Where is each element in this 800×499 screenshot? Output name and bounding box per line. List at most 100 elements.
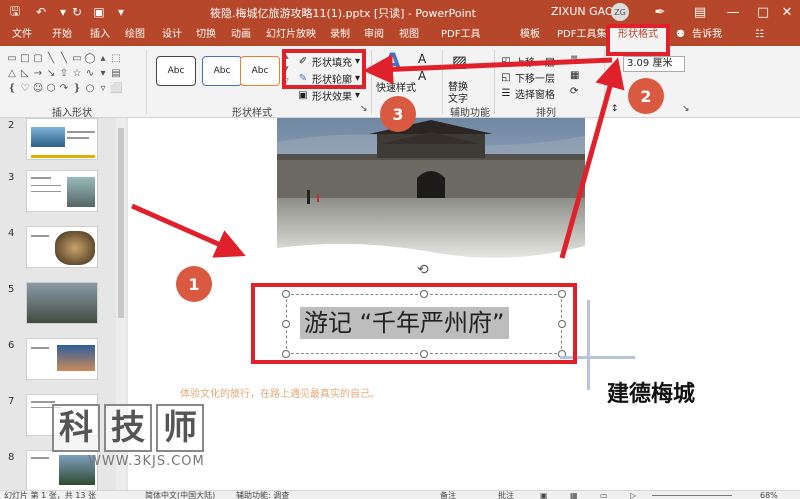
oval-shape-icon[interactable]: ◯ bbox=[84, 52, 96, 66]
tab-pdf-tools[interactable]: PDF工具 bbox=[441, 24, 480, 46]
line2-shape-icon[interactable]: ╲ bbox=[58, 52, 70, 66]
textbox-shape-icon[interactable]: ▭ bbox=[6, 52, 18, 66]
tab-pdf-toolset[interactable]: PDF工具集 bbox=[557, 24, 606, 46]
text-outline-icon[interactable]: A bbox=[418, 69, 426, 83]
size-dialog-launcher-icon[interactable]: ↘ bbox=[682, 104, 690, 114]
comment-icon[interactable]: ☷ bbox=[755, 24, 764, 46]
notes-button[interactable]: 备注 bbox=[440, 491, 456, 499]
step-badge-3: 3 bbox=[380, 96, 416, 132]
reading-view-icon[interactable]: ▭ bbox=[600, 491, 608, 499]
tab-transitions[interactable]: 切换 bbox=[196, 24, 216, 46]
slide-thumbnail-3[interactable] bbox=[26, 170, 98, 212]
accessibility-status[interactable]: 辅助功能: 调查 bbox=[236, 491, 289, 499]
quick-styles-button[interactable]: 快速样式 bbox=[376, 79, 416, 94]
slide-thumbnail-6[interactable] bbox=[26, 338, 98, 380]
tab-review[interactable]: 审阅 bbox=[364, 24, 384, 46]
zoom-slider[interactable] bbox=[652, 495, 732, 496]
alt-text-label-2[interactable]: 文字 bbox=[448, 90, 468, 105]
slide-subtitle[interactable]: 体验文化的旅行，在路上遇见最真实的自己。 bbox=[180, 385, 380, 400]
city-gate-image bbox=[277, 118, 585, 260]
tab-animations[interactable]: 动画 bbox=[231, 24, 251, 46]
slide-thumbnail-2[interactable] bbox=[26, 118, 98, 160]
send-backward-button[interactable]: ◱ 下移一层 bbox=[500, 70, 555, 86]
avatar[interactable]: ZG bbox=[611, 3, 629, 21]
dialog-launcher-icon[interactable]: ↘ bbox=[360, 104, 368, 114]
present-icon[interactable]: ▣ bbox=[88, 0, 110, 24]
tab-tell-me[interactable]: 告诉我 bbox=[692, 24, 722, 46]
shape-effects-button[interactable]: ▣ 形状效果 ▾ bbox=[297, 88, 360, 104]
divider bbox=[604, 50, 605, 114]
brace-shape-icon[interactable]: ❴ bbox=[6, 82, 18, 96]
star-shape-icon[interactable]: ☆ bbox=[71, 67, 83, 81]
slide-heading[interactable]: 建德梅城 bbox=[607, 376, 695, 408]
align-icon[interactable]: ≣ bbox=[570, 54, 578, 65]
selection-pane-button[interactable]: ☰ 选择窗格 bbox=[500, 86, 555, 102]
shape-height-input[interactable]: 3.09 厘米 bbox=[623, 56, 685, 72]
shape-gallery[interactable]: ▭ □ ▢ ╲ ╲ ▭ ◯ ▴ ⬚ △ ◺ → ↘ ⇧ ☆ ∿ ▾ ▤ ❴ ♡ … bbox=[6, 52, 124, 100]
language-indicator[interactable]: 简体中文(中国大陆) bbox=[145, 491, 215, 499]
ribbon-display-icon[interactable]: ▤ bbox=[685, 0, 715, 24]
user-name[interactable]: ZIXUN GAO bbox=[551, 5, 614, 18]
rounded-rect-shape-icon[interactable]: ▢ bbox=[32, 52, 44, 66]
darrow-shape-icon[interactable]: ↘ bbox=[45, 67, 57, 81]
slide-thumbnail-4[interactable] bbox=[26, 226, 98, 268]
style-preset-2[interactable]: Abc bbox=[202, 56, 242, 86]
line-shape-icon[interactable]: ╲ bbox=[45, 52, 57, 66]
tab-insert[interactable]: 插入 bbox=[90, 24, 110, 46]
triangle-shape-icon[interactable]: △ bbox=[6, 67, 18, 81]
slide-thumbnail-5[interactable] bbox=[26, 282, 98, 324]
comments-button[interactable]: 批注 bbox=[498, 491, 514, 499]
more-up-icon[interactable]: ▴ bbox=[97, 52, 109, 66]
slideshow-view-icon[interactable]: ▷ bbox=[630, 491, 636, 499]
slide-photo[interactable] bbox=[277, 118, 585, 260]
circle2-shape-icon[interactable]: ○ bbox=[84, 82, 96, 96]
style-preset-3[interactable]: Abc bbox=[240, 56, 280, 86]
lightbulb-icon[interactable]: ⚉ bbox=[676, 24, 685, 46]
more-down-icon[interactable]: ▾ bbox=[97, 67, 109, 81]
tab-record[interactable]: 录制 bbox=[330, 24, 350, 46]
wordart-a-icon[interactable]: A bbox=[384, 50, 401, 75]
pen-icon[interactable]: ✒ bbox=[645, 0, 675, 24]
zoom-level[interactable]: 68% bbox=[760, 491, 778, 499]
rotate-icon[interactable]: ⟳ bbox=[570, 86, 578, 97]
uarrow-shape-icon[interactable]: ⇧ bbox=[58, 67, 70, 81]
edit-shape-icon[interactable]: ⬚ bbox=[110, 52, 122, 66]
tab-home[interactable]: 开始 bbox=[52, 24, 72, 46]
tab-view[interactable]: 视图 bbox=[399, 24, 419, 46]
merge-shape-icon[interactable]: ⬜ bbox=[110, 82, 122, 96]
rtriangle-shape-icon[interactable]: ◺ bbox=[19, 67, 31, 81]
redo-icon[interactable]: ↻ bbox=[66, 0, 88, 24]
hex-shape-icon[interactable]: ⬡ bbox=[45, 82, 57, 96]
tab-draw[interactable]: 绘图 bbox=[125, 24, 145, 46]
save-icon[interactable]: 🖫 bbox=[4, 0, 26, 24]
normal-view-icon[interactable]: ▣ bbox=[540, 491, 548, 499]
close-icon[interactable]: ✕ bbox=[772, 0, 800, 24]
minimize-icon[interactable]: — bbox=[718, 0, 748, 24]
bring-forward-button[interactable]: ◰ 上移一层 bbox=[500, 54, 555, 70]
scroll-thumb[interactable] bbox=[118, 128, 124, 318]
tab-slideshow[interactable]: 幻灯片放映 bbox=[266, 24, 316, 46]
alt-text-icon[interactable]: ▨ bbox=[452, 52, 467, 71]
textbox2-shape-icon[interactable]: ▤ bbox=[110, 67, 122, 81]
status-bar: 幻灯片 第 1 张，共 13 张 简体中文(中国大陆) 辅助功能: 调查 备注 … bbox=[0, 490, 800, 499]
curved-arrow-shape-icon[interactable]: ↷ bbox=[58, 82, 70, 96]
heart-shape-icon[interactable]: ♡ bbox=[19, 82, 31, 96]
rarrow-shape-icon[interactable]: → bbox=[32, 67, 44, 81]
tab-templates[interactable]: 模板 bbox=[520, 24, 540, 46]
gallery-expand-icon[interactable]: ▿ bbox=[97, 82, 109, 96]
rect-shape-icon[interactable]: □ bbox=[19, 52, 31, 66]
rect2-shape-icon[interactable]: ▭ bbox=[71, 52, 83, 66]
style-preset-1[interactable]: Abc bbox=[156, 56, 196, 86]
rotate-handle-icon[interactable]: ⟲ bbox=[417, 262, 429, 278]
bracket-shape-icon[interactable]: ❵ bbox=[71, 82, 83, 96]
group-icon[interactable]: ▦ bbox=[570, 70, 579, 81]
sorter-view-icon[interactable]: ▦ bbox=[570, 491, 578, 499]
text-fill-icon[interactable]: A bbox=[418, 52, 426, 66]
undo-icon[interactable]: ↶ bbox=[30, 0, 52, 24]
tab-file[interactable]: 文件 bbox=[12, 24, 32, 46]
smile-shape-icon[interactable]: ☺ bbox=[32, 82, 44, 96]
customize-icon[interactable]: ▾ bbox=[110, 0, 132, 24]
curve-shape-icon[interactable]: ∿ bbox=[84, 67, 96, 81]
highlight-textbox bbox=[251, 283, 577, 364]
tab-design[interactable]: 设计 bbox=[162, 24, 182, 46]
